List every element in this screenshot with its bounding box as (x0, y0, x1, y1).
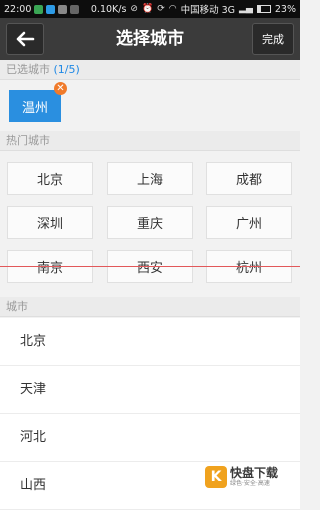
back-arrow-icon (16, 31, 35, 47)
hot-city-button[interactable]: 北京 (7, 162, 93, 195)
city-list-item[interactable]: 北京 (0, 318, 300, 366)
status-bar: 22:00 0.10K/s ⊘ ⏰ ⟳ ◠ 中国移动 3G ▂▄ 23% (0, 0, 300, 18)
city-list-item[interactable]: 河北 (0, 414, 300, 462)
title-bar: 选择城市 完成 (0, 18, 300, 60)
divider-line (0, 266, 300, 267)
back-button[interactable] (6, 23, 44, 55)
selected-city-chip[interactable]: 温州 (9, 90, 61, 122)
signal-icon: ▂▄ (239, 4, 253, 14)
status-right: 0.10K/s ⊘ ⏰ ⟳ ◠ 中国移动 3G ▂▄ 23% (90, 2, 296, 17)
mute-icon: ⊘ (130, 4, 138, 14)
watermark-text: 快盘下载 绿色·安全·高速 (230, 467, 278, 487)
city-section-header: 城市 (0, 297, 300, 317)
app-notification-icon (46, 4, 56, 14)
app-notification-icon (58, 4, 68, 14)
hot-label: 热门城市 (6, 134, 50, 147)
network-speed: 0.10K/s (90, 3, 127, 15)
selected-label: 已选城市 (6, 63, 50, 76)
watermark-k-icon: K (205, 466, 227, 488)
status-time: 22:00 (4, 3, 32, 15)
hot-city-button[interactable]: 广州 (206, 206, 292, 239)
hot-city-button[interactable]: 深圳 (7, 206, 93, 239)
wifi-icon: ◠ (168, 4, 177, 14)
hot-city-button[interactable]: 重庆 (107, 206, 193, 239)
status-left: 22:00 (4, 3, 80, 15)
battery-icon (256, 5, 271, 13)
battery-percent: 23% (274, 3, 296, 15)
selected-cities-area: 温州 ✕ (0, 80, 300, 130)
remove-chip-icon[interactable]: ✕ (54, 82, 67, 95)
alarm-icon: ⏰ (141, 4, 154, 14)
hot-cities-grid: 北京 上海 成都 深圳 重庆 广州 南京 西安 杭州 (0, 152, 300, 292)
watermark-logo: K 快盘下载 绿色·安全·高速 (205, 462, 297, 492)
selected-section-header: 已选城市 (1/5) (0, 60, 300, 80)
done-button[interactable]: 完成 (252, 23, 294, 55)
selected-count: (1/5) (53, 63, 80, 76)
watermark-title: 快盘下载 (230, 466, 279, 480)
city-list-item[interactable]: 天津 (0, 366, 300, 414)
app-notification-icon (70, 4, 80, 14)
carrier-label: 中国移动 3G (180, 5, 236, 16)
hot-city-button[interactable]: 成都 (206, 162, 292, 195)
app-notification-icon (34, 4, 44, 14)
sync-icon: ⟳ (157, 4, 165, 14)
watermark-subtitle: 绿色·安全·高速 (230, 480, 270, 487)
hot-city-button[interactable]: 上海 (107, 162, 193, 195)
hot-section-header: 热门城市 (0, 131, 300, 151)
city-list-label: 城市 (6, 300, 28, 313)
